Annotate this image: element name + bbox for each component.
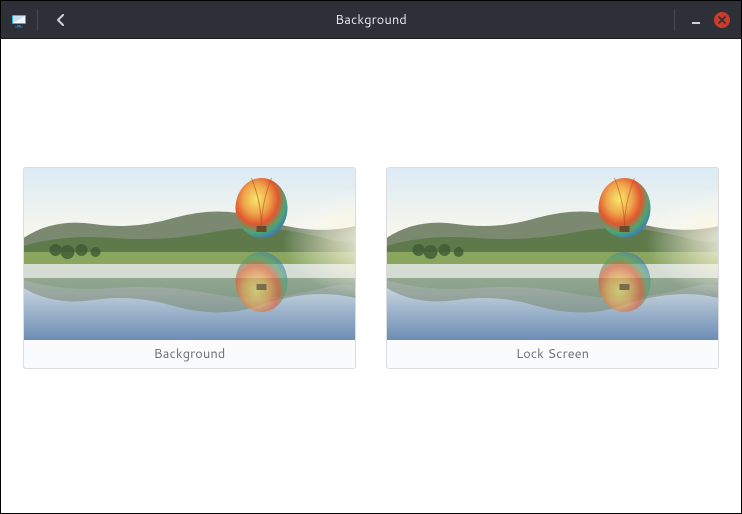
titlebar: Background (1, 1, 741, 39)
background-thumbnail (24, 168, 355, 340)
background-card[interactable]: Background (23, 167, 356, 369)
lock-screen-card[interactable]: Lock Screen (386, 167, 719, 369)
close-icon (713, 11, 731, 29)
lock-screen-card-label: Lock Screen (387, 340, 718, 368)
titlebar-separator-right (674, 9, 675, 31)
close-button[interactable] (709, 7, 735, 33)
titlebar-separator-left (37, 9, 38, 31)
minimize-button[interactable] (683, 7, 709, 33)
monitor-icon (11, 12, 27, 28)
minimize-icon (691, 15, 701, 25)
settings-window: Background (0, 0, 742, 514)
background-card-label: Background (24, 340, 355, 368)
content-area: Background (1, 39, 741, 513)
window-title: Background (1, 11, 741, 29)
lock-screen-thumbnail (387, 168, 718, 340)
window-controls (666, 1, 741, 38)
back-button[interactable] (48, 7, 74, 33)
chevron-left-icon (55, 14, 67, 26)
